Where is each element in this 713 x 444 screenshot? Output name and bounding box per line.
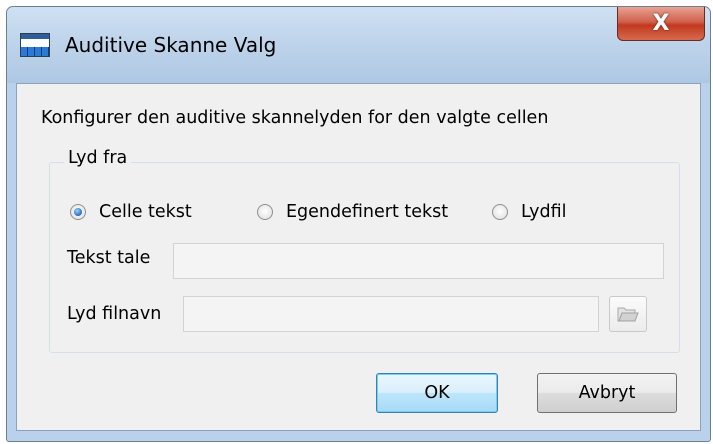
radio-checked-icon bbox=[70, 204, 86, 220]
radio-sound-file[interactable]: Lydfil bbox=[492, 202, 567, 222]
title-bar[interactable]: Auditive Skanne Valg X bbox=[7, 7, 710, 83]
description-text: Konfigurer den auditive skannelyden for … bbox=[41, 108, 549, 128]
cancel-button[interactable]: Avbryt bbox=[537, 373, 677, 413]
dialog-window: Auditive Skanne Valg X Konfigurer den au… bbox=[6, 6, 711, 442]
group-label: Lyd fra bbox=[64, 148, 132, 168]
browse-button[interactable] bbox=[609, 296, 647, 332]
radio-label: Celle tekst bbox=[99, 202, 192, 222]
radio-custom-text[interactable]: Egendefinert tekst bbox=[257, 202, 448, 222]
dialog-content: Konfigurer den auditive skannelyden for … bbox=[16, 83, 701, 431]
window-title: Auditive Skanne Valg bbox=[65, 33, 277, 57]
radio-label: Egendefinert tekst bbox=[286, 202, 449, 222]
sound-filename-label: Lyd filnavn bbox=[67, 304, 162, 324]
radio-unchecked-icon bbox=[257, 204, 273, 220]
sound-filename-input[interactable] bbox=[183, 296, 599, 332]
speech-text-input[interactable] bbox=[173, 243, 664, 279]
close-icon: X bbox=[652, 11, 670, 36]
radio-unchecked-icon bbox=[492, 204, 508, 220]
close-button[interactable]: X bbox=[617, 7, 705, 41]
app-icon bbox=[20, 33, 50, 57]
open-folder-icon bbox=[617, 307, 639, 322]
speech-text-label: Tekst tale bbox=[67, 248, 151, 268]
radio-label: Lydfil bbox=[521, 202, 567, 222]
ok-button[interactable]: OK bbox=[376, 373, 498, 413]
radio-cell-text[interactable]: Celle tekst bbox=[70, 202, 192, 222]
